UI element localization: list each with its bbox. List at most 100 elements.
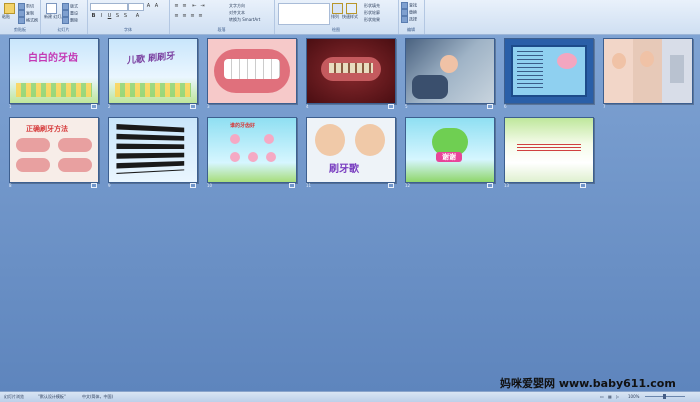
editing-group-label: 编辑 xyxy=(407,27,415,32)
slide-number: 5 xyxy=(405,104,408,109)
format-painter-button[interactable]: 格式刷 xyxy=(18,17,38,24)
slide-thumbnail-7[interactable] xyxy=(603,38,693,104)
align-right-icon[interactable]: ≡ xyxy=(189,13,196,19)
slide-thumbnail-11[interactable]: 刷牙歌 xyxy=(306,117,396,183)
normal-view-icon[interactable]: ▭ xyxy=(600,394,604,399)
delete-slide-button[interactable]: 删除 xyxy=(62,17,78,24)
grow-font-icon[interactable]: A xyxy=(145,3,152,9)
slide-thumbnail-12[interactable]: 谢谢 xyxy=(405,117,495,183)
transition-icon xyxy=(289,183,295,188)
reset-button[interactable]: 重设 xyxy=(62,10,78,17)
character-icon xyxy=(230,152,240,162)
language-label: 中文(简体，中国) xyxy=(82,394,114,399)
font-size-box[interactable] xyxy=(128,3,144,11)
replace-button[interactable]: 替换 xyxy=(401,9,417,16)
character-icon xyxy=(266,152,276,162)
shape-fill-button[interactable]: 形状填充 xyxy=(364,3,380,9)
shape-effects-button[interactable]: 形状效果 xyxy=(364,17,380,23)
clipboard-group-label: 剪贴板 xyxy=(14,27,26,32)
transition-icon xyxy=(91,104,97,109)
slide-thumbnail-3[interactable] xyxy=(207,38,297,104)
shape-outline-button[interactable]: 形状轮廓 xyxy=(364,10,380,16)
align-center-icon[interactable]: ≡ xyxy=(181,13,188,19)
slide-thumbnail-1[interactable]: 白白的牙齿 xyxy=(9,38,99,104)
ribbon: 粘贴 剪切 复制 格式刷 剪贴板 新建 幻灯片 版式 重设 删除 幻灯片 A A… xyxy=(0,0,700,35)
child-photo-1 xyxy=(612,53,626,69)
font-name-box[interactable] xyxy=(90,3,128,11)
shadow-icon[interactable]: S xyxy=(122,13,129,19)
increase-indent-icon[interactable]: ⇥ xyxy=(199,3,206,9)
character-icon xyxy=(264,134,274,144)
quick-styles-icon[interactable] xyxy=(346,3,357,14)
arrange-icon[interactable] xyxy=(332,3,343,14)
status-bar: 幻灯片浏览 "默认设计模板" 中文(简体，中国) ▭ ▦ ▷ 100% xyxy=(0,391,700,402)
slide-thumbnail-2[interactable]: 儿歌 刷刷牙 xyxy=(108,38,198,104)
italic-icon[interactable]: I xyxy=(98,13,105,19)
bullets-icon[interactable]: ≡ xyxy=(173,3,180,9)
numbering-icon[interactable]: ≡ xyxy=(181,3,188,9)
font-color-icon[interactable]: A xyxy=(134,13,141,19)
strikethrough-icon[interactable]: S xyxy=(114,13,121,19)
decrease-indent-icon[interactable]: ⇤ xyxy=(191,3,198,9)
transition-icon xyxy=(580,183,586,188)
slide-thumbnail-6[interactable] xyxy=(504,38,594,104)
find-button[interactable]: 查找 xyxy=(401,2,417,9)
text-direction-button[interactable]: 文字方向 xyxy=(229,3,245,9)
smartart-button[interactable]: 转换为 SmartArt xyxy=(229,17,260,23)
align-left-icon[interactable]: ≡ xyxy=(173,13,180,19)
zoom-level[interactable]: 100% xyxy=(628,394,639,399)
new-slide-icon[interactable] xyxy=(46,3,57,14)
slides-group-label: 幻灯片 xyxy=(57,27,70,32)
zoom-slider-thumb[interactable] xyxy=(663,394,666,399)
dentist-figure xyxy=(412,75,448,99)
layout-icon xyxy=(62,3,69,10)
slide-title: 白白的牙齿 xyxy=(28,53,78,64)
slide-thumbnail-4[interactable] xyxy=(306,38,396,104)
slide-number: 12 xyxy=(405,183,411,188)
transition-icon xyxy=(487,104,493,109)
slide-title: 刷牙歌 xyxy=(329,164,359,175)
slide-thumbnail-8[interactable]: 正确刷牙方法 xyxy=(9,117,99,183)
slide-thumbnail-13[interactable] xyxy=(504,117,594,183)
quick-styles-button[interactable]: 快速样式 xyxy=(342,14,358,20)
slide-thumbnail-5[interactable] xyxy=(405,38,495,104)
poster-image xyxy=(557,53,577,69)
select-button[interactable]: 选择 xyxy=(401,16,417,23)
slide-thumbnail-10[interactable]: 谁的牙齿好 xyxy=(207,117,297,183)
slide-number: 11 xyxy=(306,183,312,188)
transition-icon xyxy=(388,183,394,188)
slide-number: 6 xyxy=(504,104,507,109)
copy-button[interactable]: 复制 xyxy=(18,10,34,17)
paste-icon[interactable] xyxy=(4,3,15,14)
view-label: 幻灯片浏览 xyxy=(4,394,24,399)
align-text-button[interactable]: 对齐文本 xyxy=(229,10,245,16)
slide-sorter-icon[interactable]: ▦ xyxy=(608,394,612,399)
arrange-button[interactable]: 排列 xyxy=(331,14,339,20)
child-photo-2 xyxy=(640,51,654,67)
teeth-diagram xyxy=(58,158,92,172)
slide-sorter: 白白的牙齿 1 儿歌 刷刷牙 2 3 4 5 6 7 正确刷牙方法 8 9 谁的… xyxy=(0,35,700,391)
verse-text xyxy=(116,124,185,174)
slide-title: 谢谢 xyxy=(436,152,462,162)
slideshow-icon[interactable]: ▷ xyxy=(616,394,619,399)
underline-icon[interactable]: U xyxy=(106,13,113,19)
font-group-label: 字体 xyxy=(124,27,132,32)
cut-button[interactable]: 剪切 xyxy=(18,3,34,10)
layout-button[interactable]: 版式 xyxy=(62,3,78,10)
brush-icon xyxy=(18,17,25,24)
transition-icon xyxy=(487,183,493,188)
slide-title: 正确刷牙方法 xyxy=(26,125,68,133)
teeth-diagram xyxy=(16,138,50,152)
shrink-font-icon[interactable]: A xyxy=(153,3,160,9)
child-face xyxy=(440,55,458,73)
transition-icon xyxy=(91,183,97,188)
bold-icon[interactable]: B xyxy=(90,13,97,19)
teeth-diagram xyxy=(58,138,92,152)
slide-thumbnail-9[interactable] xyxy=(108,117,198,183)
replace-icon xyxy=(401,9,408,16)
paste-button[interactable]: 粘贴 xyxy=(2,14,10,20)
toothbrush-cartoon xyxy=(670,55,684,83)
teeth-image xyxy=(224,59,280,79)
shapes-gallery[interactable] xyxy=(278,3,330,25)
justify-icon[interactable]: ≡ xyxy=(197,13,204,19)
